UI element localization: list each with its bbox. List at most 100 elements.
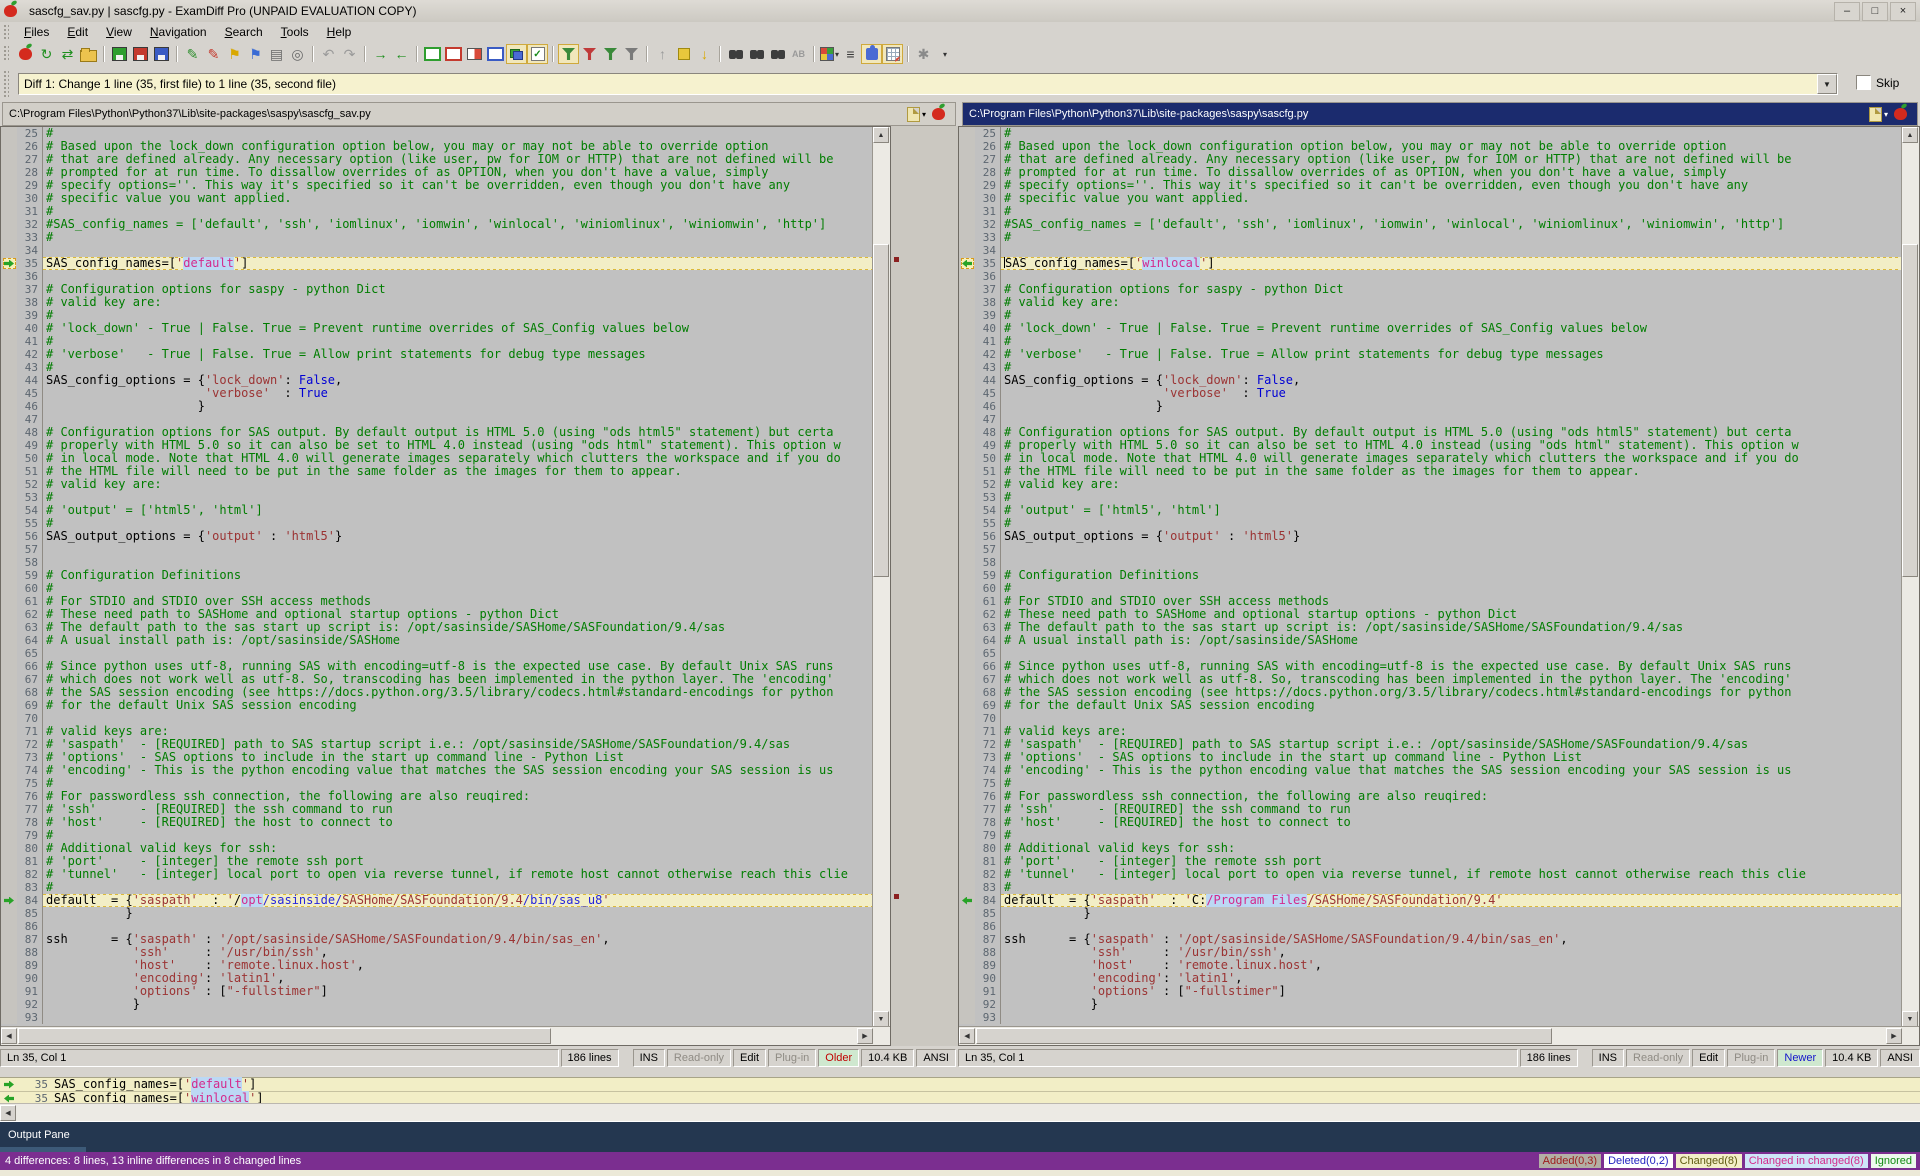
- left-vertical-scrollbar[interactable]: ▲ ▼: [872, 127, 890, 1027]
- recompare-icon[interactable]: ↻: [36, 44, 57, 64]
- diff-combo-dropdown-icon[interactable]: ▼: [1817, 74, 1837, 94]
- right-header-app-icon[interactable]: [1894, 108, 1907, 120]
- find-previous-icon[interactable]: [767, 44, 788, 64]
- code-line: 37# Configuration options for saspy - py…: [1, 283, 873, 296]
- menu-edit[interactable]: Edit: [58, 23, 97, 41]
- line-number: 48: [975, 426, 1001, 439]
- app-logo-icon: [4, 5, 17, 17]
- menu-navigation[interactable]: Navigation: [141, 23, 216, 41]
- mark-second-icon[interactable]: ⚑: [245, 44, 266, 64]
- menu-files[interactable]: Files: [15, 23, 58, 41]
- previous-diff-icon[interactable]: ↑: [652, 44, 673, 64]
- right-horizontal-scrollbar[interactable]: ◀ ▶: [959, 1026, 1919, 1045]
- compare-files-icon[interactable]: [15, 44, 36, 64]
- find-next-icon[interactable]: [746, 44, 767, 64]
- save-first-file-icon[interactable]: [109, 44, 130, 64]
- line-number: 89: [975, 959, 1001, 972]
- line-number: 27: [975, 153, 1001, 166]
- scroll-left-icon[interactable]: ◀: [1, 1028, 17, 1044]
- next-diff-icon[interactable]: ↓: [694, 44, 715, 64]
- maximize-button[interactable]: □: [1862, 2, 1888, 21]
- layout-icon[interactable]: ▾: [819, 44, 840, 64]
- code-line: 81# 'port' - [integer] the remote ssh po…: [959, 855, 1902, 868]
- plugins-icon[interactable]: [861, 44, 882, 64]
- scroll-left-icon[interactable]: ◀: [0, 1105, 16, 1121]
- left-header-dropdown-icon[interactable]: ▾: [922, 110, 926, 119]
- scroll-left-icon[interactable]: ◀: [959, 1028, 975, 1044]
- line-number: 79: [17, 829, 43, 842]
- find-icon[interactable]: [725, 44, 746, 64]
- settings-gear-icon[interactable]: ✱: [913, 44, 934, 64]
- diff-marker-icon[interactable]: [3, 895, 16, 906]
- right-vscroll-thumb[interactable]: [1902, 244, 1918, 577]
- detail-pane-scrollbar[interactable]: ◀: [0, 1103, 1920, 1122]
- show-all-lines-icon[interactable]: [558, 44, 579, 64]
- save-all-icon[interactable]: [151, 44, 172, 64]
- show-changed-lines-icon[interactable]: [621, 44, 642, 64]
- print-icon[interactable]: ▤: [266, 44, 287, 64]
- current-diff-combo[interactable]: Diff 1: Change 1 line (35, first file) t…: [18, 73, 1838, 95]
- edit-options-icon[interactable]: [882, 44, 903, 64]
- right-file-type-icon[interactable]: [1869, 107, 1882, 122]
- menu-help[interactable]: Help: [318, 23, 361, 41]
- menubar-grip-icon[interactable]: [4, 25, 9, 39]
- print-preview-icon[interactable]: ◎: [287, 44, 308, 64]
- match-case-icon[interactable]: AB: [788, 44, 809, 64]
- toolbar-grip-icon[interactable]: [4, 46, 9, 63]
- close-button[interactable]: ×: [1890, 2, 1916, 21]
- right-vertical-scrollbar[interactable]: ▲ ▼: [1901, 127, 1919, 1027]
- right-file-header: C:\Program Files\Python\Python37\Lib\sit…: [962, 102, 1918, 126]
- diff-marker-icon[interactable]: [961, 258, 974, 269]
- scroll-down-icon[interactable]: ▼: [873, 1011, 889, 1027]
- mark-first-icon[interactable]: ⚑: [224, 44, 245, 64]
- open-files-icon[interactable]: [78, 44, 99, 64]
- show-both-panes-icon[interactable]: [464, 44, 485, 64]
- menu-tools[interactable]: Tools: [272, 23, 318, 41]
- synchronized-scrolling-icon[interactable]: [506, 44, 527, 64]
- copy-to-right-icon[interactable]: →: [370, 44, 391, 64]
- left-code-pane[interactable]: 25#26# Based upon the lock_down configur…: [0, 126, 891, 1046]
- code-text: #: [43, 582, 873, 595]
- left-horizontal-scrollbar[interactable]: ◀ ▶: [1, 1026, 890, 1045]
- gutter-cell: [1, 1011, 17, 1024]
- left-vscroll-thumb[interactable]: [873, 244, 889, 577]
- minimize-button[interactable]: –: [1834, 2, 1860, 21]
- scroll-up-icon[interactable]: ▲: [1902, 127, 1918, 143]
- left-file-type-icon[interactable]: [907, 107, 920, 122]
- show-deleted-lines-icon[interactable]: [600, 44, 621, 64]
- auto-recompare-icon[interactable]: ✓: [527, 44, 548, 64]
- horizontal-split-icon[interactable]: [485, 44, 506, 64]
- redo-icon[interactable]: ↷: [339, 44, 360, 64]
- diff-marker-icon[interactable]: [961, 895, 974, 906]
- scroll-right-icon[interactable]: ▶: [857, 1028, 873, 1044]
- code-line: 93: [1, 1011, 873, 1024]
- scroll-right-icon[interactable]: ▶: [1886, 1028, 1902, 1044]
- line-details-icon[interactable]: ≡: [840, 44, 861, 64]
- output-pane-tab[interactable]: Output Pane: [8, 1129, 70, 1141]
- right-code-pane[interactable]: 25#26# Based upon the lock_down configur…: [958, 126, 1920, 1046]
- right-header-dropdown-icon[interactable]: ▾: [1884, 110, 1888, 119]
- undo-icon[interactable]: ↶: [318, 44, 339, 64]
- edit-second-file-icon[interactable]: ✎: [203, 44, 224, 64]
- left-hscroll-thumb[interactable]: [18, 1028, 551, 1044]
- scroll-up-icon[interactable]: ▲: [873, 127, 889, 143]
- menu-search[interactable]: Search: [216, 23, 272, 41]
- toolbar-overflow-icon[interactable]: ▾: [934, 44, 955, 64]
- copy-to-left-icon[interactable]: ←: [391, 44, 412, 64]
- save-second-file-icon[interactable]: [130, 44, 151, 64]
- show-added-lines-icon[interactable]: [579, 44, 600, 64]
- gutter-cell: [1, 933, 17, 946]
- menu-view[interactable]: View: [97, 23, 141, 41]
- diffbar-grip-icon[interactable]: [4, 71, 9, 96]
- show-first-pane-icon[interactable]: [422, 44, 443, 64]
- scroll-down-icon[interactable]: ▼: [1902, 1011, 1918, 1027]
- code-line: 77# 'ssh' - [REQUIRED] the ssh command t…: [959, 803, 1902, 816]
- left-header-app-icon[interactable]: [932, 108, 945, 120]
- current-diff-icon[interactable]: [673, 44, 694, 64]
- diff-marker-icon[interactable]: [3, 258, 16, 269]
- edit-first-file-icon[interactable]: ✎: [182, 44, 203, 64]
- skip-checkbox[interactable]: [1856, 75, 1871, 90]
- show-second-pane-icon[interactable]: [443, 44, 464, 64]
- swap-panes-icon[interactable]: ⇄: [57, 44, 78, 64]
- right-hscroll-thumb[interactable]: [976, 1028, 1552, 1044]
